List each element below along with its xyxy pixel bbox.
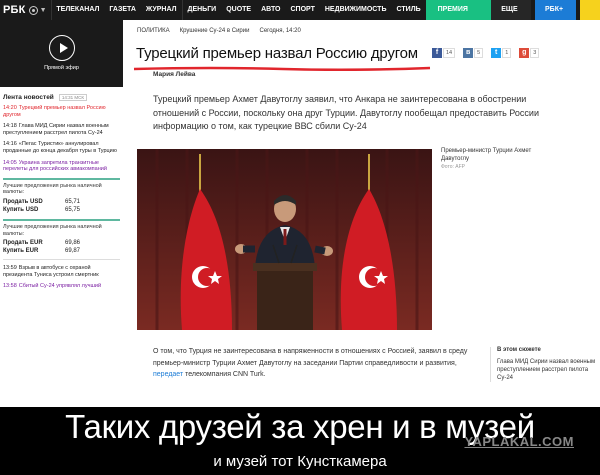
article-headline: Турецкий премьер назвал Россию другом bbox=[136, 45, 418, 62]
vk-icon: в bbox=[463, 48, 474, 58]
left-sidebar: Прямой эфир Лента новостей 14:31 МСК 14:… bbox=[0, 20, 123, 407]
article-photo bbox=[137, 149, 432, 330]
aside-title: В этом сюжете bbox=[497, 347, 541, 353]
rate-row: Продать USD 65,71 bbox=[3, 198, 81, 205]
news-item[interactable]: 14:05 Украина запретила транзитные переле… bbox=[3, 160, 120, 173]
nav-item-quote[interactable]: QUOTE bbox=[221, 0, 256, 20]
breadcrumb: ПОЛИТИКА Крушение Су-24 в Сирии Сегодня,… bbox=[137, 28, 311, 34]
news-feed-title[interactable]: Лента новостей bbox=[3, 94, 54, 101]
article-main: ПОЛИТИКА Крушение Су-24 в Сирии Сегодня,… bbox=[123, 20, 600, 407]
chevron-down-icon: ▼ bbox=[39, 6, 47, 14]
related-story-aside: В этом сюжете Глава МИД Сирии назвал вое… bbox=[490, 347, 600, 383]
news-feed-list-2: 13:59 Взрыв в автобусе с охраной президен… bbox=[3, 259, 120, 290]
body-text: телекомпания CNN Turk. bbox=[183, 371, 266, 378]
nav-item-magazine[interactable]: ЖУРНАЛ bbox=[141, 0, 182, 20]
news-feed-list: 14:20 Турецкий премьер назвал Россию друг… bbox=[0, 101, 123, 173]
breadcrumb-date: Сегодня, 14:20 bbox=[259, 28, 301, 34]
news-time: 14:16 bbox=[3, 141, 17, 148]
share-buttons: f 14 в5 t1 g3 bbox=[432, 48, 547, 58]
body-text: О том, что Турция не заинтересована в на… bbox=[153, 348, 468, 367]
news-time: 14:20 bbox=[3, 105, 17, 111]
share-count: 5 bbox=[474, 48, 484, 58]
logo-globe-icon bbox=[28, 5, 38, 15]
share-facebook[interactable]: f 14 bbox=[432, 48, 456, 58]
rate-value: 69,87 bbox=[65, 248, 81, 255]
time-badge: 14:31 МСК bbox=[58, 94, 87, 101]
article-author[interactable]: Мария Лейва bbox=[153, 71, 195, 78]
watermark: YAPLAKAL.COM bbox=[464, 434, 574, 449]
rate-value: 65,71 bbox=[65, 198, 81, 205]
live-stream-label: Прямой эфир bbox=[44, 65, 79, 72]
rates-title: Лучшие предложения рынка наличной валюты… bbox=[3, 182, 102, 196]
nav-item-tv[interactable]: ТЕЛЕКАНАЛ bbox=[51, 0, 104, 20]
more-menu-button[interactable]: ЕЩЕ ▾ bbox=[491, 0, 531, 33]
googleplus-icon: g bbox=[519, 48, 530, 58]
share-count: 1 bbox=[502, 48, 512, 58]
news-time: 13:59 bbox=[3, 265, 17, 272]
premium-rbc-button[interactable]: ПРЕМИЯ РБК bbox=[425, 0, 492, 33]
nav-item-style[interactable]: СТИЛЬ bbox=[392, 0, 426, 20]
news-text: Взрыв в автобусе с охраной президента Ту… bbox=[3, 265, 99, 278]
nav-item-newspaper[interactable]: ГАЗЕТА bbox=[104, 0, 141, 20]
nav-item-auto[interactable]: АВТО bbox=[256, 0, 285, 20]
top-navigation: РБК ▼ ТЕЛЕКАНАЛ ГАЗЕТА ЖУРНАЛ ДЕНЬГИ QUO… bbox=[0, 0, 600, 33]
source-link[interactable]: передает bbox=[153, 371, 183, 378]
twitter-icon: t bbox=[491, 48, 502, 58]
news-text: «Пегас Туристик» аннулировал проданные д… bbox=[3, 141, 117, 154]
currency-rates-eur: Лучшие предложения рынка наличной валюты… bbox=[3, 218, 120, 255]
breadcrumb-story[interactable]: Крушение Су-24 в Сирии bbox=[180, 28, 250, 34]
nav-item-sport[interactable]: СПОРТ bbox=[285, 0, 319, 20]
rate-row: Продать EUR 69,86 bbox=[3, 240, 81, 247]
news-feed-header: Лента новостей 14:31 МСК bbox=[0, 87, 123, 101]
news-item[interactable]: 14:16 «Пегас Туристик» аннулировал продан… bbox=[3, 141, 120, 154]
photo-source: Фото: AFP bbox=[441, 164, 465, 171]
caption-text: Премьер-министр Турции Ахмет Давутоглу bbox=[441, 148, 532, 162]
meme-sub-text: и музей тот Кунсткамера bbox=[213, 453, 387, 470]
share-googleplus[interactable]: g3 bbox=[519, 48, 540, 58]
news-item[interactable]: 13:59 Взрыв в автобусе с охраной президен… bbox=[3, 265, 120, 278]
aside-link[interactable]: Глава МИД Сирии назвал военным преступле… bbox=[497, 359, 600, 382]
rbc-plus-button[interactable]: РБК+ ▸ bbox=[535, 0, 577, 33]
news-time: 14:18 bbox=[3, 123, 17, 130]
nav-item-money[interactable]: ДЕНЬГИ bbox=[182, 0, 221, 20]
photo-caption: Премьер-министр Турции Ахмет Давутоглу Ф… bbox=[441, 148, 546, 172]
news-item[interactable]: 14:20 Турецкий премьер назвал Россию друг… bbox=[3, 105, 120, 118]
article-body: О том, что Турция не заинтересована в на… bbox=[153, 346, 475, 381]
share-count: 14 bbox=[443, 48, 456, 58]
news-text: Сбитый Су-24 упрявлял лучший bbox=[18, 283, 102, 290]
news-item[interactable]: 13:58 Сбитый Су-24 упрявлял лучший bbox=[3, 283, 120, 290]
rate-value: 65,75 bbox=[65, 206, 81, 213]
nav-item-realty[interactable]: НЕДВИЖИМОСТЬ bbox=[320, 0, 392, 20]
live-stream-block[interactable]: Прямой эфир bbox=[0, 20, 123, 87]
breadcrumb-section[interactable]: ПОЛИТИКА bbox=[137, 28, 170, 34]
share-vk[interactable]: в5 bbox=[463, 48, 484, 58]
share-twitter[interactable]: t1 bbox=[491, 48, 512, 58]
article-lead: Турецкий премьер Ахмет Давутоглу заявил,… bbox=[153, 94, 539, 131]
news-text: Турецкий премьер назвал Россию другом bbox=[3, 105, 106, 118]
news-time: 14:05 bbox=[3, 159, 17, 166]
rate-row: Купить USD 65,75 bbox=[3, 206, 81, 213]
rates-title: Лучшие предложения рынка наличной валюты… bbox=[3, 223, 102, 237]
rate-value: 69,86 bbox=[65, 240, 81, 247]
photo-illustration bbox=[137, 149, 432, 330]
play-icon[interactable] bbox=[48, 35, 75, 62]
rate-row: Купить EUR 69,87 bbox=[3, 248, 81, 255]
news-text: Украина запретила транзитные перелеты дл… bbox=[3, 159, 107, 173]
currency-rates-usd: Лучшие предложения рынка наличной валюты… bbox=[3, 177, 120, 214]
logo-text: РБК bbox=[3, 4, 26, 16]
share-count: 3 bbox=[530, 48, 540, 58]
news-text: Глава МИД Сирии назвал военным преступле… bbox=[3, 123, 109, 136]
meme-caption: Таких друзей за хрен и в музей YAPLAKAL.… bbox=[0, 407, 600, 475]
yellow-tab[interactable] bbox=[580, 0, 600, 20]
rbc-logo[interactable]: РБК ▼ bbox=[0, 0, 51, 20]
facebook-icon: f bbox=[432, 48, 442, 58]
news-item[interactable]: 14:18 Глава МИД Сирии назвал военным прес… bbox=[3, 123, 120, 136]
news-time: 13:58 bbox=[3, 283, 17, 290]
